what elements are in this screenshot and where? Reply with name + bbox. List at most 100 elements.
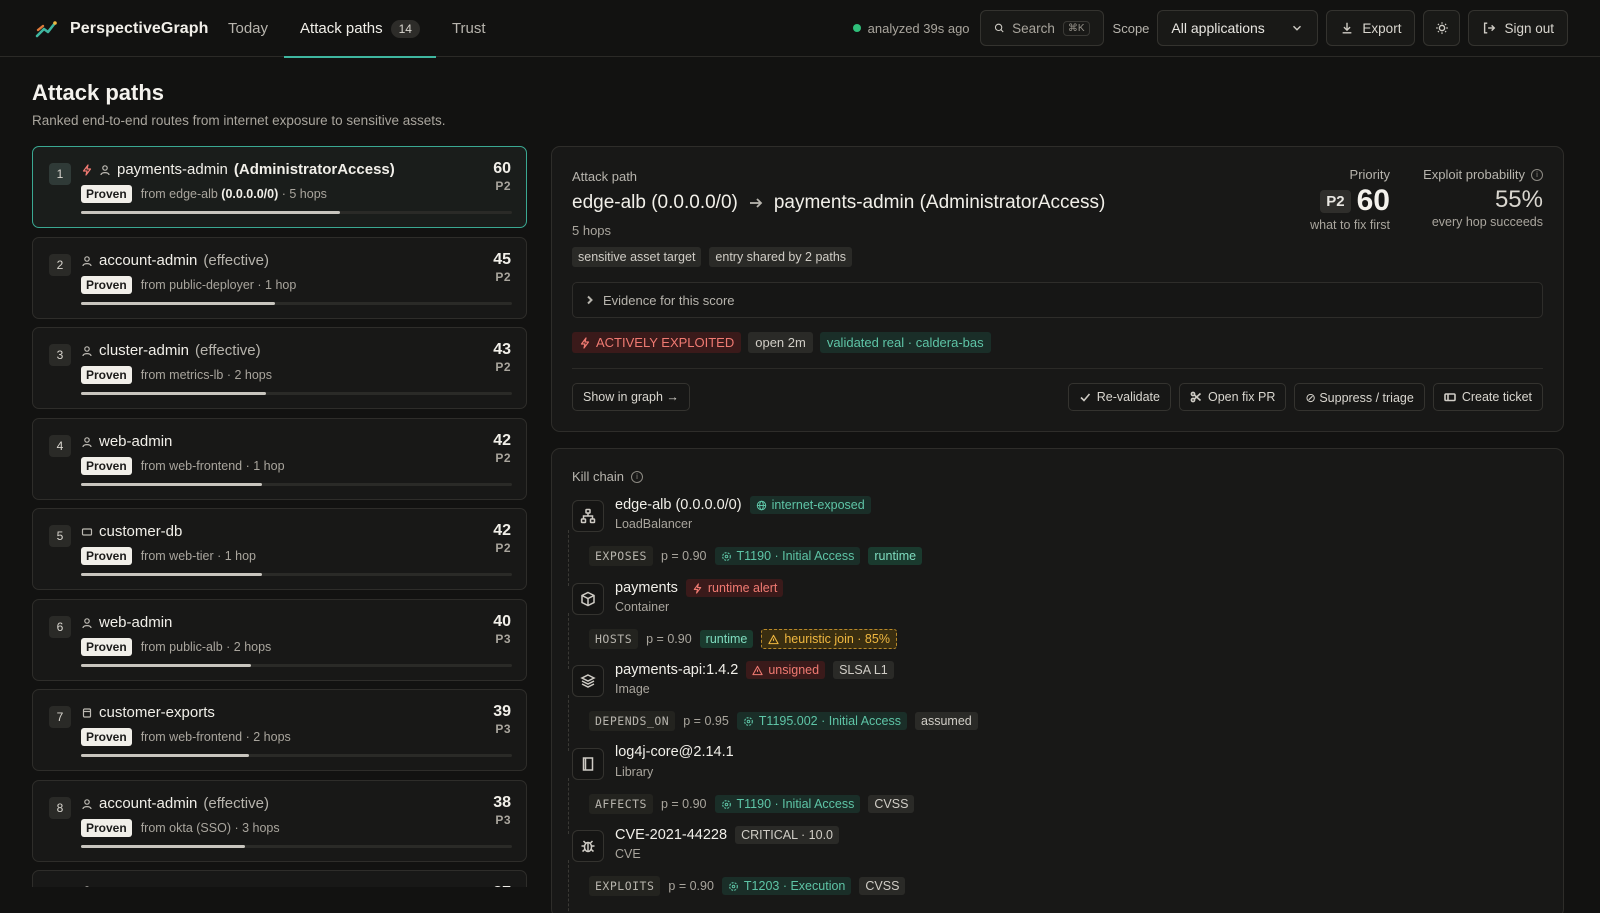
- score-bar-fill: [81, 211, 340, 214]
- attack-path-card[interactable]: 4 web-admin Proven from web-frontend · 1 ho…: [32, 418, 527, 500]
- detail-hops: 5 hops: [572, 223, 612, 238]
- top-bar: PerspectiveGraph Today Attack paths 14 T…: [0, 0, 1600, 58]
- path-hops: · 2 hops: [245, 730, 291, 744]
- app-name: PerspectiveGraph: [70, 20, 209, 37]
- status-dot-icon: [852, 24, 861, 32]
- attack-path-card[interactable]: 8 account-admin (effective) Proven from okta…: [32, 780, 527, 862]
- export-button[interactable]: Export: [1326, 10, 1416, 46]
- path-hops: · 2 hops: [226, 640, 272, 654]
- kill-chain-edge: AFFECTS p = 0.90 T1190 · Initial Access CVS…: [567, 778, 915, 834]
- tab-trust[interactable]: Trust: [436, 0, 502, 57]
- score-bar: [81, 664, 512, 667]
- create-ticket-button[interactable]: Create ticket: [1432, 383, 1543, 411]
- path-score: 42 P2: [493, 522, 511, 555]
- node-name-row: CVE-2021-44228 CRITICAL · 10.0: [615, 826, 839, 844]
- attack-path-card[interactable]: 1 payments-admin (AdministratorAccess) Prov…: [32, 146, 527, 228]
- edge-probability: p = 0.90: [660, 549, 707, 563]
- scope-label: Scope: [1112, 20, 1150, 36]
- score-value: 38: [493, 794, 511, 811]
- validated-badge: validated real · caldera-bas: [819, 332, 991, 353]
- bolt-icon: [81, 163, 93, 176]
- node-type: Image: [615, 682, 650, 696]
- search-shortcut: ⌘K: [1062, 20, 1090, 36]
- edge-relation: AFFECTS: [589, 794, 653, 814]
- path-target-name: account-admin: [99, 252, 198, 269]
- score-bar: [81, 302, 512, 305]
- actively-exploited-badge: ACTIVELY EXPLOITED: [572, 332, 742, 353]
- path-title: account-admin (effective): [81, 795, 269, 812]
- show-in-graph-button[interactable]: Show in graph →: [572, 383, 690, 411]
- proven-badge: Proven: [81, 638, 132, 656]
- attack-path-card[interactable]: 937: [32, 870, 527, 887]
- evidence-toggle[interactable]: Evidence for this score: [572, 282, 1543, 318]
- path-target-name: account-admin: [99, 795, 198, 812]
- chip-text: internet-exposed: [771, 498, 865, 512]
- download-icon: [1343, 22, 1352, 34]
- path-source-row: Proven from public-deployer · 1 hop: [81, 276, 296, 294]
- scope-select[interactable]: All applications: [1157, 10, 1319, 46]
- sign-out-button[interactable]: Sign out: [1468, 10, 1568, 46]
- info-icon[interactable]: i: [1531, 168, 1543, 181]
- score-value: 39: [493, 703, 511, 720]
- target-icon: [721, 551, 732, 562]
- path-target-qualifier: (AdministratorAccess): [233, 161, 395, 178]
- search-button[interactable]: Search ⌘K: [979, 10, 1104, 46]
- path-title: customer-exports: [81, 704, 215, 721]
- revalidate-label: Re-validate: [1096, 390, 1160, 404]
- info-icon[interactable]: i: [631, 470, 644, 483]
- suppress-triage-button[interactable]: ⊘ Suppress / triage: [1294, 383, 1425, 411]
- attack-path-card[interactable]: 7 customer-exports Proven from web-frontend…: [32, 689, 527, 771]
- path-title: account-admin (effective): [81, 252, 269, 269]
- path-source: edge-alb (0.0.0.0/0): [572, 192, 738, 213]
- tag-shared-entry: entry shared by 2 paths: [709, 247, 853, 267]
- runtime-chip: runtime: [699, 630, 754, 648]
- score-value: 43: [493, 341, 511, 358]
- chip-text: runtime: [705, 632, 748, 646]
- divider: [572, 368, 1543, 369]
- score-bar: [81, 483, 512, 486]
- chip-text: unsigned: [768, 663, 820, 677]
- tab-today[interactable]: Today: [212, 0, 284, 57]
- path-hops: · 5 hops: [281, 187, 327, 201]
- node-name: CVE-2021-44228: [615, 827, 728, 843]
- chevron-right-icon: [587, 295, 593, 305]
- brand[interactable]: PerspectiveGraph: [34, 17, 209, 41]
- path-score: 39 P3: [493, 703, 511, 736]
- open-fix-pr-button[interactable]: Open fix PR: [1178, 383, 1287, 411]
- score-bar-fill: [81, 483, 263, 486]
- score-priority: P3: [495, 722, 511, 736]
- kill-chain-edge: EXPLOITS p = 0.90 T1203 · Execution CVSS: [567, 860, 906, 913]
- attack-path-card[interactable]: 5 customer-db Proven from web-tier · 1 hop 4…: [32, 508, 527, 590]
- attack-path-card[interactable]: 3 cluster-admin (effective) Proven from metr…: [32, 327, 527, 409]
- node-name-row: edge-alb (0.0.0.0/0) internet-exposed: [615, 496, 871, 514]
- attack-path-card[interactable]: 2 account-admin (effective) Proven from publ…: [32, 237, 527, 319]
- warning-icon: [752, 665, 763, 676]
- path-target: payments-admin (AdministratorAccess): [773, 192, 1106, 213]
- edge-relation: EXPLOITS: [589, 876, 661, 896]
- tab-attack-paths[interactable]: Attack paths 14: [284, 0, 436, 58]
- theme-toggle-button[interactable]: [1423, 10, 1461, 46]
- path-rank: 4: [49, 435, 71, 457]
- score-priority: P2: [495, 541, 511, 555]
- from-prefix: from metrics-lb: [140, 368, 227, 382]
- from-prefix: from okta (SSO): [140, 821, 235, 835]
- attack-path-card[interactable]: 6 web-admin Proven from public-alb · 2 hops…: [32, 599, 527, 681]
- main-nav: Today Attack paths 14 Trust: [212, 0, 502, 58]
- path-hops: · 1 hop: [217, 549, 257, 563]
- edge-probability: p = 0.90: [646, 632, 692, 646]
- chip-text: T1190 · Initial Access: [736, 549, 855, 563]
- runtime-chip: runtime: [868, 547, 923, 565]
- path-score: 38 P3: [493, 794, 511, 827]
- revalidate-button[interactable]: Re-validate: [1067, 383, 1171, 411]
- path-rank: 8: [49, 797, 71, 819]
- chip-text: heuristic join · 85%: [784, 632, 890, 646]
- priority-score: 60: [1356, 184, 1390, 217]
- proven-badge: Proven: [81, 185, 132, 203]
- scope-value: All applications: [1171, 20, 1265, 36]
- show-in-graph-label: Show in graph →: [583, 390, 679, 404]
- path-title: web-admin: [81, 433, 172, 450]
- kill-chain-panel: Kill chain i edge-alb (0.0.0.0/0) interne…: [551, 448, 1564, 913]
- scissors-icon: [1190, 391, 1202, 403]
- neutral-chip: CVSS: [868, 795, 915, 813]
- detail-path-title: edge-alb (0.0.0.0/0) payments-admin (Adm…: [572, 192, 1105, 214]
